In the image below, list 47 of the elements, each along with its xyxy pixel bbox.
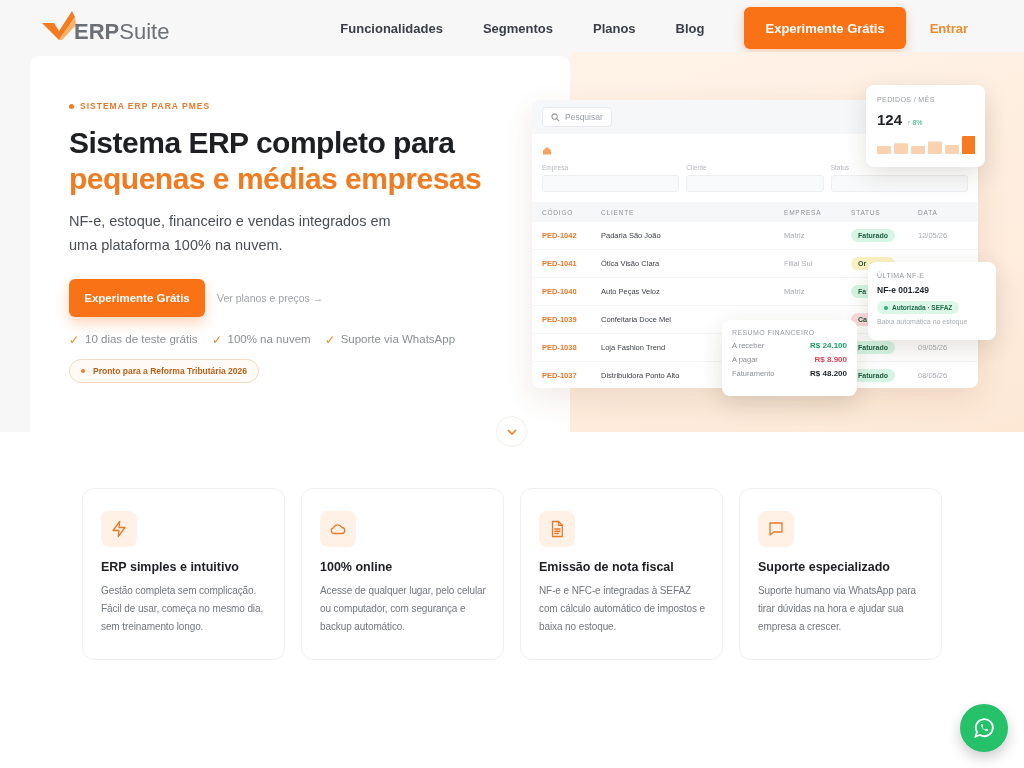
finance-value: R$ 48.200	[810, 369, 847, 378]
dot-icon	[884, 305, 888, 310]
feature-title: Emissão de nota fiscal	[539, 560, 675, 574]
check-mark: ✓	[324, 333, 335, 347]
feature-description: Gestão completa sem complicação. Fácil de usar, começa no mesmo dia, sem treinamento longo.	[101, 584, 265, 634]
nav-link[interactable]: Blog	[675, 20, 705, 36]
hero-subtitle: NF-e, estoque, financeiro e vendas integrados em uma plataforma 100% na nuvem.	[69, 212, 392, 255]
feature-description: Suporte humano via WhatsApp para tirar dúvidas na hora e ajudar sua empresa a crescer.	[758, 584, 917, 634]
benefit-text: 100% na nuvem	[227, 333, 311, 347]
benefit-text: 10 dias de teste grátis	[85, 333, 198, 347]
feature-title: ERP simples e intuitivo	[101, 560, 240, 574]
nav-link[interactable]: Planos	[592, 20, 636, 36]
eyebrow-label: SISTEMA ERP PARA PMES	[80, 101, 211, 111]
document-icon	[539, 511, 575, 547]
logo-mark-icon	[42, 11, 76, 41]
lightning-icon	[101, 511, 137, 547]
benefit-text: Suporte via WhatsApp	[340, 333, 456, 347]
feature-description: Acesse de qualquer lugar, pelo celular ou computador, com segurança e backup automático.	[320, 584, 487, 634]
search-icon	[551, 112, 560, 122]
finance-value: R$ 8.900	[814, 355, 847, 364]
chevron-down-icon	[506, 428, 517, 435]
nav-link[interactable]: Segmentos	[482, 20, 553, 36]
feature-title: Suporte especializado	[758, 560, 891, 574]
logo-text[interactable]: ERPSuite	[74, 19, 170, 45]
finance-value: R$ 24.100	[810, 341, 847, 350]
search-placeholder: Pesquisar	[565, 112, 603, 122]
dot-icon	[81, 369, 85, 373]
trial-button[interactable]: Experimente Grátis	[69, 279, 205, 317]
plans-link[interactable]: Ver planos e preços →	[217, 292, 324, 304]
feature-description: NF-e e NFC-e integradas à SEFAZ com cálculo automático de impostos e baixa no estoque.	[539, 584, 706, 634]
home-icon[interactable]	[542, 146, 552, 155]
dot-icon	[69, 103, 74, 109]
hero-title-highlight: pequenas e médias empresas	[69, 161, 482, 197]
chat-bubble-icon	[758, 511, 794, 547]
cta-button[interactable]: Experimente Grátis	[744, 7, 906, 49]
whatsapp-icon	[972, 716, 996, 740]
check-mark: ✓	[69, 333, 79, 347]
feature-title: 100% online	[320, 560, 394, 574]
check-mark: ✓	[211, 333, 222, 347]
filter-input[interactable]	[830, 175, 968, 192]
search-field[interactable]: Pesquisar	[542, 107, 612, 127]
orders-value: 124	[877, 111, 903, 128]
badge-text: Pronto para a Reforma Tributária 2026	[93, 366, 247, 376]
cloud-icon	[320, 511, 356, 547]
nav-link[interactable]: Funcionalidades	[340, 20, 443, 36]
whatsapp-button[interactable]	[960, 704, 1008, 752]
hero-title: Sistema ERP completo para	[69, 125, 455, 161]
